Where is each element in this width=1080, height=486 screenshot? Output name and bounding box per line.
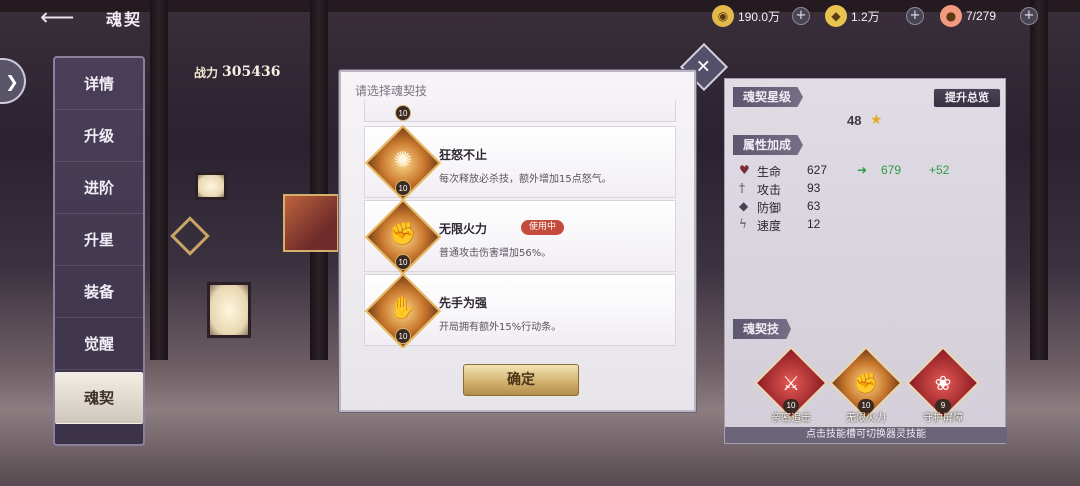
attribute-row: † 攻击 93 <box>739 181 999 199</box>
attribute-section-header: 属性加成 <box>733 135 804 155</box>
skill-level-badge: 10 <box>395 105 411 121</box>
heart-icon: ♥ <box>739 163 750 177</box>
fist-icon: ✊ <box>389 222 417 247</box>
peach-value: 7/279 <box>966 9 997 23</box>
left-nav: 详情 升级 进阶 升星 装备 觉醒 魂契 <box>53 56 145 446</box>
peach-icon: ● <box>940 5 962 27</box>
attribute-row: ◆ 防御 63 <box>739 199 999 217</box>
gold-ingot-icon: ◆ <box>825 5 847 27</box>
power-label: 战力 <box>194 65 219 80</box>
nav-item-star-up[interactable]: 升星 <box>55 214 143 266</box>
upgrade-overview-button[interactable]: 提升总览 <box>933 88 1001 108</box>
skill-card[interactable]: ✺ 10 狂怒不止 每次释放必杀技，额外增加15点怒气。 <box>364 124 676 202</box>
attribute-name: 生命 <box>757 165 782 179</box>
close-icon: ✕ <box>696 56 712 78</box>
nav-item-details[interactable]: 详情 <box>55 58 143 110</box>
arrow-right-icon: ➜ <box>857 163 868 177</box>
hero-portrait[interactable] <box>283 194 339 252</box>
shield-icon: ◆ <box>739 199 749 213</box>
switch-skill-hint: 点击技能槽可切换器灵技能 <box>725 427 1007 443</box>
add-peach-button[interactable]: + <box>1020 7 1038 25</box>
lightning-icon: ϟ <box>739 217 747 231</box>
ingot-value: 1.2万 <box>851 9 880 24</box>
dialog-title: 请选择魂契技 <box>355 84 428 98</box>
attribute-row: ♥ 生命 627 ➜ 679 +52 <box>739 163 999 181</box>
top-bar: ⟵ 魂契 ◉ 190.0万 + ◆ 1.2万 + ● 7/279 + <box>0 0 1080 32</box>
star-section-header: 魂契星级 <box>733 87 804 107</box>
coin-icon: ◉ <box>712 5 734 27</box>
attribute-value: 63 <box>807 199 821 213</box>
star-icon: ★ <box>870 112 883 128</box>
coin-resource: ◉ 190.0万 <box>712 5 780 27</box>
skill-card[interactable]: ✊ 10 无限火力 使用中 普通攻击伤害增加56%。 <box>364 198 676 276</box>
skill-name: 狂怒不止 <box>439 148 488 162</box>
soul-pact-panel: 魂契星级 提升总览 48 ★ 属性加成 ♥ 生命 627 ➜ 679 +52 †… <box>724 78 1007 444</box>
lantern <box>195 172 227 200</box>
nav-item-level-up[interactable]: 升级 <box>55 110 143 162</box>
ingot-resource: ◆ 1.2万 <box>825 5 880 27</box>
skill-level-badge: 10 <box>395 328 411 344</box>
nav-item-equipment[interactable]: 装备 <box>55 266 143 318</box>
sword-icon: † <box>739 181 745 195</box>
add-ingot-button[interactable]: + <box>906 7 924 25</box>
skill-list[interactable]: 10 ✺ 10 狂怒不止 每次释放必杀技，额外增加15点怒气。 ✊ 10 无限火… <box>364 100 676 348</box>
skill-level-badge: 10 <box>395 254 411 270</box>
pact-skill-name: 守护屏障 <box>923 413 963 424</box>
fire-flower-icon: ✺ <box>393 148 413 173</box>
skill-card[interactable]: ✋ 10 先手为强 开局拥有额外15%行动条。 <box>364 272 676 348</box>
attribute-value: 12 <box>807 217 821 231</box>
back-arrow-icon[interactable]: ⟵ <box>40 4 96 30</box>
in-use-badge: 使用中 <box>521 220 565 235</box>
skill-desc: 普通攻击伤害增加56%。 <box>439 248 552 259</box>
skill-card-partial[interactable]: 10 <box>364 100 676 122</box>
attribute-value: 93 <box>807 181 821 195</box>
flame-hand-icon: ✋ <box>389 296 417 321</box>
confirm-button[interactable]: 确定 <box>463 364 579 396</box>
power-value: 305436 <box>222 64 281 80</box>
attribute-name: 攻击 <box>757 183 782 197</box>
combat-power: 战力 305436 <box>194 60 280 84</box>
skill-desc: 开局拥有额外15%行动条。 <box>439 322 562 333</box>
attribute-name: 防御 <box>757 201 782 215</box>
attribute-name: 速度 <box>757 219 782 233</box>
pact-skill-name: 无限火力 <box>846 413 886 424</box>
skill-level-badge: 10 <box>395 180 411 196</box>
attribute-row: ϟ 速度 12 <box>739 217 999 235</box>
lantern <box>207 282 251 338</box>
attribute-value: 627 <box>807 163 828 177</box>
star-level-value: 48 <box>847 113 862 128</box>
attribute-gain: +52 <box>929 163 950 177</box>
peach-resource: ● 7/279 <box>940 5 996 27</box>
nav-item-advance[interactable]: 进阶 <box>55 162 143 214</box>
skill-select-dialog: 请选择魂契技 10 ✺ 10 狂怒不止 每次释放必杀技，额外增加15点怒气。 ✊… <box>339 70 696 412</box>
nav-item-awaken[interactable]: 觉醒 <box>55 318 143 370</box>
attribute-next-value: 679 <box>881 163 902 177</box>
pact-skill-name: 亲密追击 <box>771 413 811 424</box>
page-title: 魂契 <box>106 10 143 29</box>
heart-emblem-icon[interactable] <box>170 216 210 256</box>
skill-desc: 每次释放必杀技，额外增加15点怒气。 <box>439 174 612 185</box>
skill-name: 无限火力 <box>439 222 488 236</box>
nav-item-soul-pact[interactable]: 魂契 <box>55 372 143 424</box>
coin-value: 190.0万 <box>738 9 781 24</box>
side-expand-button[interactable]: ❯ <box>0 58 26 104</box>
add-coin-button[interactable]: + <box>792 7 810 25</box>
skill-name: 先手为强 <box>439 296 488 310</box>
pact-skill-section-header: 魂契技 <box>733 319 792 339</box>
